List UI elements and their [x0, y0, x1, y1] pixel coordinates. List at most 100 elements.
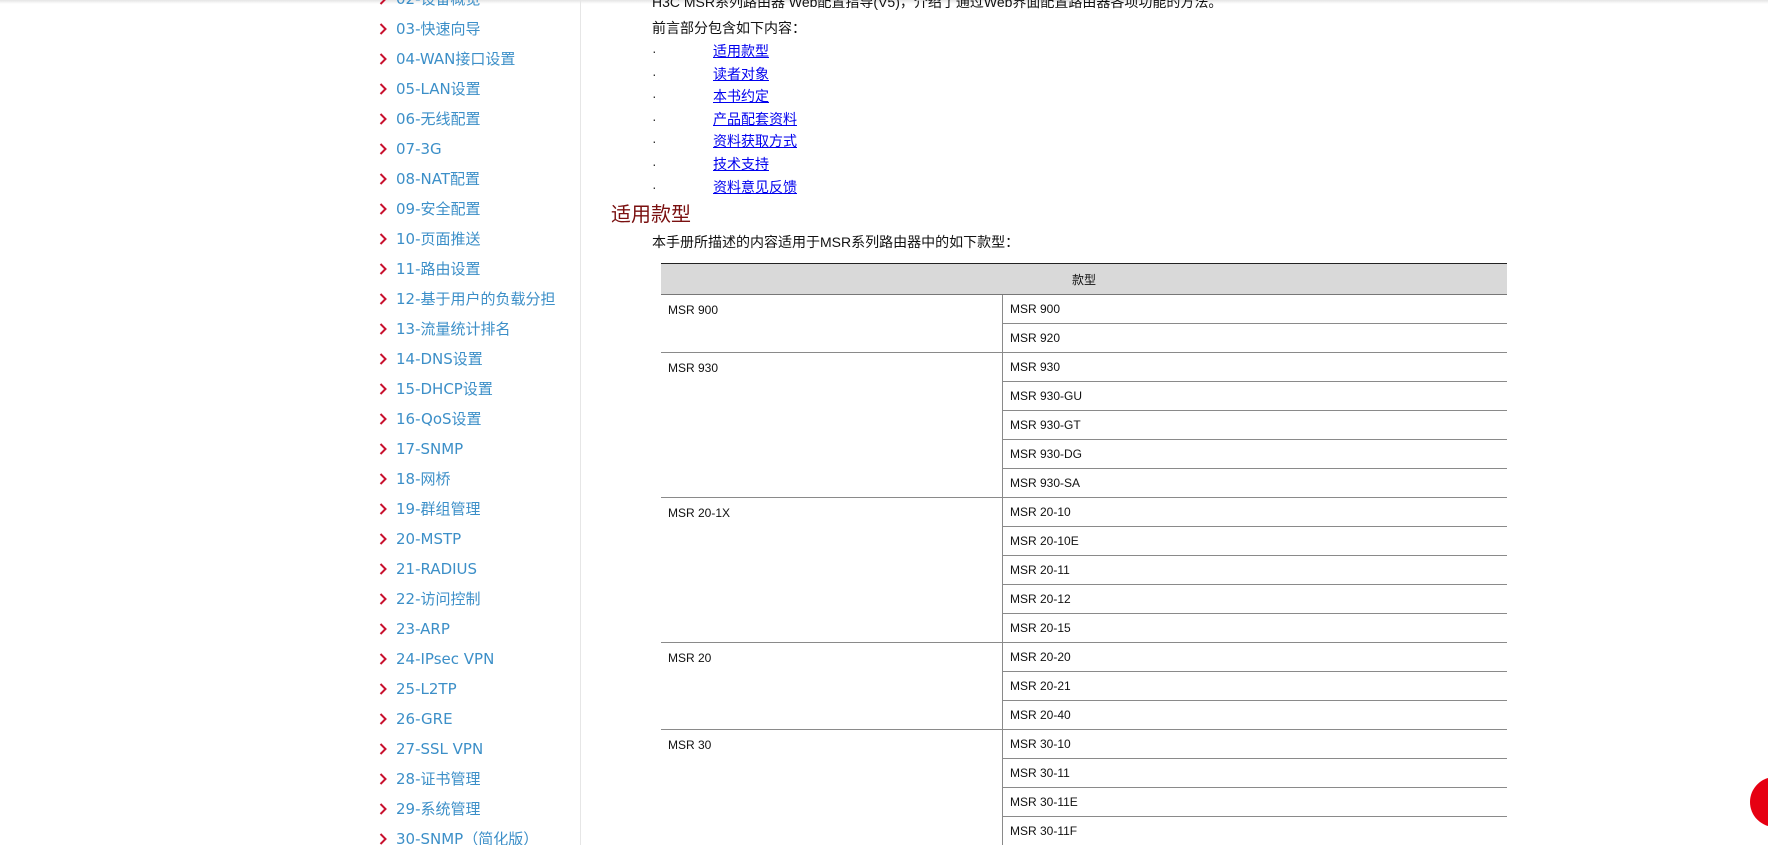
sidebar-item-label: 24-IPsec VPN — [396, 650, 495, 668]
sidebar-item-label: 10-页面推送 — [396, 230, 481, 248]
model-cell: MSR 30-10 — [1002, 729, 1507, 759]
bullet: · — [652, 178, 657, 195]
chevron-right-icon — [379, 734, 391, 764]
sidebar-item-label: 09-安全配置 — [396, 200, 481, 218]
model-cell: MSR 20-15 — [1002, 613, 1507, 643]
bullet: · — [652, 110, 657, 127]
toc-link[interactable]: 产品配套资料 — [713, 108, 797, 131]
model-cell: MSR 20-10E — [1002, 526, 1507, 556]
sidebar-item[interactable]: 28-证书管理 — [0, 764, 556, 794]
model-cell: MSR 930-GT — [1002, 410, 1507, 440]
intro-subtitle: 前言部分包含如下内容： — [652, 20, 806, 36]
sidebar-item[interactable]: 06-无线配置 — [0, 104, 556, 134]
model-cell: MSR 930 — [1002, 352, 1507, 382]
sidebar-item[interactable]: 07-3G — [0, 134, 556, 164]
sidebar-item-label: 14-DNS设置 — [396, 350, 483, 368]
chevron-right-icon — [379, 14, 391, 44]
sidebar-item-label: 22-访问控制 — [396, 590, 481, 608]
chevron-right-icon — [379, 0, 391, 14]
model-cell: MSR 20-21 — [1002, 671, 1507, 701]
sidebar-item[interactable]: 29-系统管理 — [0, 794, 556, 824]
chevron-right-icon — [379, 134, 391, 164]
sidebar-item-label: 20-MSTP — [396, 530, 462, 548]
toc-link[interactable]: 技术支持 — [713, 153, 769, 176]
sidebar-item[interactable]: 30-SNMP（简化版） — [0, 824, 556, 845]
model-cell: MSR 920 — [1002, 323, 1507, 353]
sidebar-item[interactable]: 23-ARP — [0, 614, 556, 644]
model-cell: MSR 930-DG — [1002, 439, 1507, 469]
sidebar-item-label: 04-WAN接口设置 — [396, 50, 516, 68]
sidebar-item[interactable]: 27-SSL VPN — [0, 734, 556, 764]
sidebar-item-label: 28-证书管理 — [396, 770, 481, 788]
chevron-right-icon — [379, 44, 391, 74]
chevron-right-icon — [379, 674, 391, 704]
chevron-right-icon — [379, 614, 391, 644]
sidebar-item[interactable]: 03-快速向导 — [0, 14, 556, 44]
chevron-right-icon — [379, 404, 391, 434]
toc-link[interactable]: 资料意见反馈 — [713, 176, 797, 199]
sidebar-item[interactable]: 18-网桥 — [0, 464, 556, 494]
sidebar-item[interactable]: 09-安全配置 — [0, 194, 556, 224]
model-cell: MSR 930-GU — [1002, 381, 1507, 411]
chevron-right-icon — [379, 464, 391, 494]
sidebar-item-label: 15-DHCP设置 — [396, 380, 493, 398]
sidebar-item-label: 11-路由设置 — [396, 260, 481, 278]
sidebar-item[interactable]: 26-GRE — [0, 704, 556, 734]
sidebar-item-label: 07-3G — [396, 140, 442, 158]
sidebar-item-label: 30-SNMP（简化版） — [396, 830, 539, 845]
chevron-right-icon — [379, 554, 391, 584]
sidebar-item[interactable]: 05-LAN设置 — [0, 74, 556, 104]
sidebar-item-label: 16-QoS设置 — [396, 410, 482, 428]
sidebar-item[interactable]: 25-L2TP — [0, 674, 556, 704]
chevron-right-icon — [379, 494, 391, 524]
model-cell: MSR 20-10 — [1002, 497, 1507, 527]
chevron-right-icon — [379, 764, 391, 794]
model-cell: MSR 20-40 — [1002, 700, 1507, 730]
model-cell: MSR 20-12 — [1002, 584, 1507, 614]
page: 02-设备概览 03-快速向导 04-WAN接口设置 05-LAN设置 06-无线配置 0… — [0, 0, 1768, 845]
toc-link[interactable]: 资料获取方式 — [713, 130, 797, 153]
chevron-right-icon — [379, 374, 391, 404]
sidebar-item[interactable]: 24-IPsec VPN — [0, 644, 556, 674]
toc-link[interactable]: 适用款型 — [713, 40, 769, 63]
chevron-right-icon — [379, 74, 391, 104]
sidebar-item[interactable]: 13-流量统计排名 — [0, 314, 556, 344]
sidebar-item-label: 17-SNMP — [396, 440, 464, 458]
sidebar-item-label: 05-LAN设置 — [396, 80, 481, 98]
sidebar-item-label: 12-基于用户的负载分担 — [396, 290, 556, 308]
model-cell: MSR 30-11 — [1002, 758, 1507, 788]
toc-link[interactable]: 读者对象 — [713, 63, 769, 86]
chevron-right-icon — [379, 824, 391, 845]
sidebar-item-label: 25-L2TP — [396, 680, 457, 698]
series-cell: MSR 930 — [661, 352, 1003, 498]
sidebar-item[interactable]: 02-设备概览 — [0, 0, 556, 14]
model-cell: MSR 30-11E — [1002, 787, 1507, 817]
sidebar-item[interactable]: 17-SNMP — [0, 434, 556, 464]
sidebar-item[interactable]: 16-QoS设置 — [0, 404, 556, 434]
sidebar-item[interactable]: 20-MSTP — [0, 524, 556, 554]
chevron-right-icon — [379, 644, 391, 674]
sidebar-item[interactable]: 10-页面推送 — [0, 224, 556, 254]
chevron-right-icon — [379, 434, 391, 464]
models-table-body: MSR 900 MSR 900 MSR 920 MSR 930 MSR 930 MSR 9… — [661, 294, 1507, 845]
chevron-right-icon — [379, 794, 391, 824]
sidebar-item-label: 08-NAT配置 — [396, 170, 480, 188]
sidebar-item-label: 13-流量统计排名 — [396, 320, 511, 338]
bullet: · — [652, 43, 657, 59]
model-cell: MSR 930-SA — [1002, 468, 1507, 498]
sidebar-item[interactable]: 19-群组管理 — [0, 494, 556, 524]
toc-link[interactable]: 本书约定 — [713, 85, 769, 108]
sidebar-item[interactable]: 14-DNS设置 — [0, 344, 556, 374]
sidebar-item[interactable]: 21-RADIUS — [0, 554, 556, 584]
sidebar-item[interactable]: 15-DHCP设置 — [0, 374, 556, 404]
model-cell: MSR 20-20 — [1002, 642, 1507, 672]
sidebar-item-label: 29-系统管理 — [396, 800, 481, 818]
sidebar-item[interactable]: 11-路由设置 — [0, 254, 556, 284]
sidebar-item[interactable]: 08-NAT配置 — [0, 164, 556, 194]
sidebar-item[interactable]: 12-基于用户的负载分担 — [0, 284, 556, 314]
table-row: MSR 30 MSR 30-10 — [661, 729, 1507, 845]
sidebar-item[interactable]: 22-访问控制 — [0, 584, 556, 614]
sidebar-item[interactable]: 04-WAN接口设置 — [0, 44, 556, 74]
series-cell: MSR 20-1X — [661, 497, 1003, 643]
chevron-right-icon — [379, 254, 391, 284]
